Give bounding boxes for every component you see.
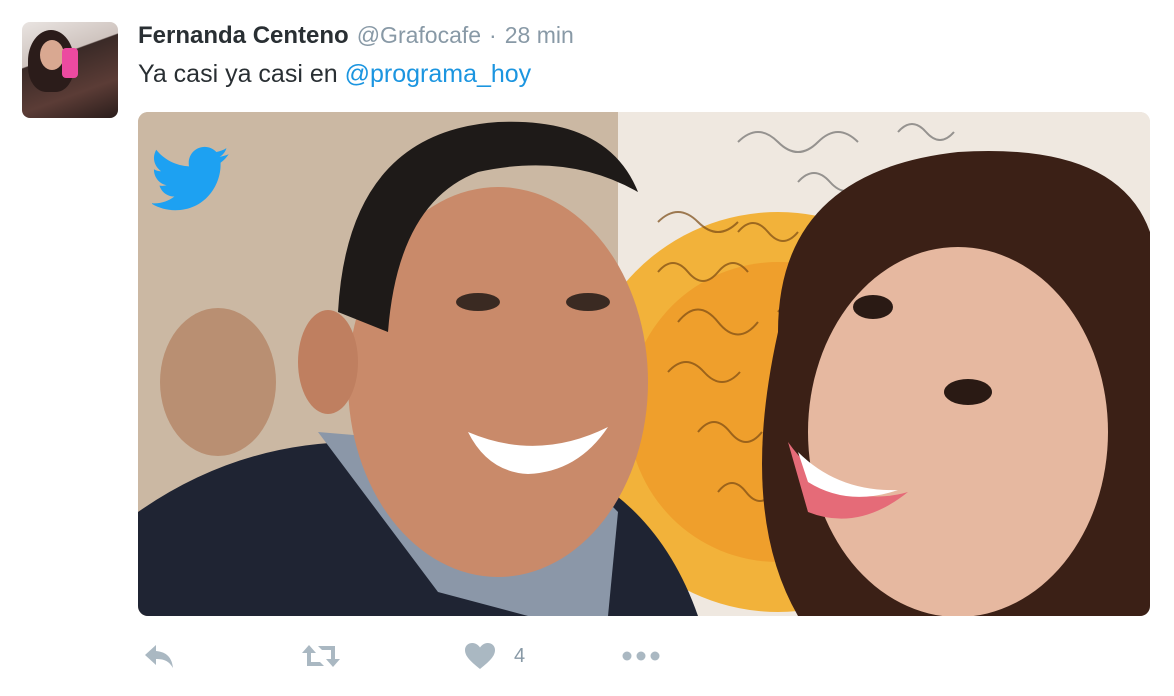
tweet-header: Fernanda Centeno @Grafocafe · 28 min (138, 22, 574, 52)
mention-link[interactable]: @programa_hoy (345, 60, 532, 88)
avatar-phone (62, 48, 78, 78)
reply-button[interactable] (142, 636, 176, 676)
avatar-face (40, 40, 64, 70)
tweet: Fernanda Centeno @Grafocafe · 28 min Ya … (0, 0, 1174, 696)
retweet-button[interactable] (300, 636, 342, 676)
more-button[interactable] (622, 636, 660, 676)
tweet-text-body: Ya casi ya casi en (138, 60, 345, 88)
retweet-icon (300, 642, 342, 670)
header-separator: · (489, 22, 497, 48)
author-name[interactable]: Fernanda Centeno (138, 22, 349, 50)
tweet-actions: 4 (138, 636, 738, 676)
photo-illustration (138, 112, 1150, 616)
twitter-bird-icon (152, 146, 230, 212)
avatar[interactable] (22, 22, 118, 118)
tweet-text: Ya casi ya casi en @programa_hoy (138, 60, 531, 89)
heart-icon (464, 642, 496, 670)
more-dots-icon (622, 650, 660, 662)
like-count: 4 (514, 644, 526, 667)
tweet-timestamp[interactable]: 28 min (505, 22, 574, 49)
reply-icon (142, 642, 176, 670)
author-handle[interactable]: @Grafocafe (357, 22, 481, 49)
tweet-photo[interactable] (138, 112, 1150, 616)
like-button[interactable]: 4 (464, 636, 525, 676)
